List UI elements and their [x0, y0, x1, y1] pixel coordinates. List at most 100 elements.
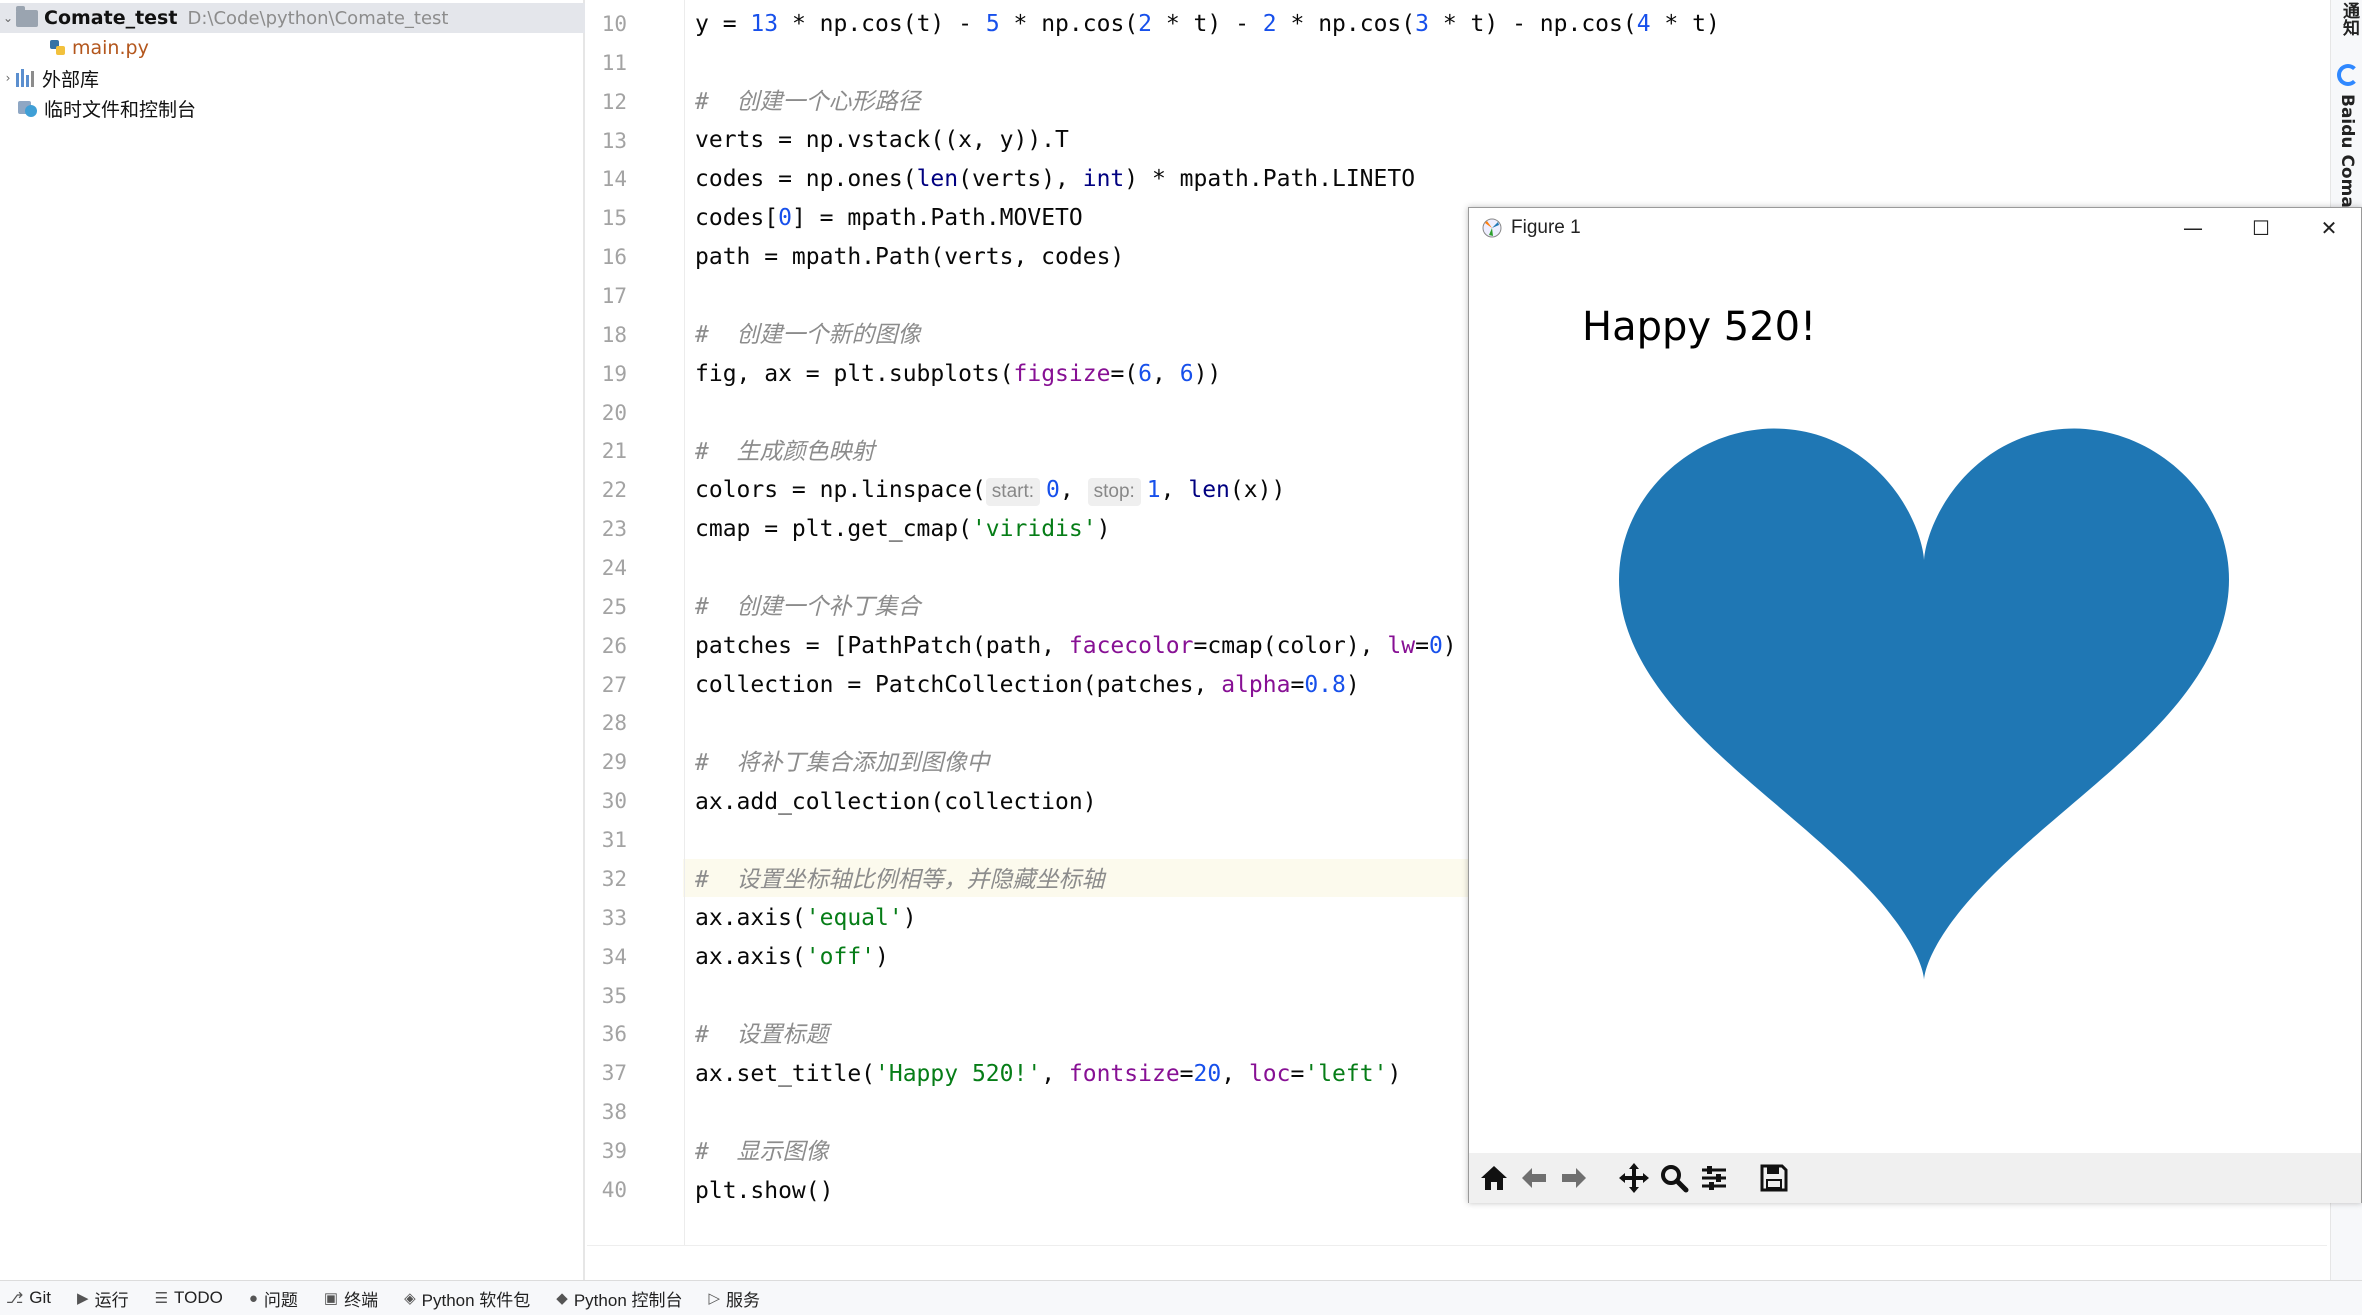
- code-line-37[interactable]: ax.set_title('Happy 520!', fontsize=20, …: [695, 1059, 1401, 1089]
- baidu-comate-icon[interactable]: [2337, 64, 2359, 86]
- figure-toolbar: [1469, 1153, 2361, 1203]
- code-line-23[interactable]: cmap = plt.get_cmap('viridis'): [695, 514, 1110, 544]
- line-number: 40: [601, 1177, 627, 1202]
- code-line-19[interactable]: fig, ax = plt.subplots(figsize=(6, 6)): [695, 359, 1221, 389]
- line-number: 13: [601, 128, 627, 153]
- tool-git[interactable]: ⎇ Git: [6, 1288, 51, 1308]
- sliders-icon: [1702, 1166, 1726, 1190]
- line-number: 28: [601, 711, 627, 736]
- chevron-right-icon[interactable]: ›: [0, 71, 16, 85]
- code-line-30[interactable]: ax.add_collection(collection): [695, 787, 1097, 817]
- tool-todo[interactable]: ☰ TODO: [155, 1288, 223, 1308]
- code-line-10[interactable]: y = 13 * np.cos(t) - 5 * np.cos(2 * t) -…: [695, 9, 1720, 39]
- code-line-29[interactable]: # 将补丁集合添加到图像中: [695, 748, 990, 778]
- line-number: 19: [601, 361, 627, 386]
- tree-item-main-py[interactable]: main.py: [48, 33, 149, 63]
- code-line-25[interactable]: # 创建一个补丁集合: [695, 592, 921, 622]
- info-icon: ●: [248, 1289, 258, 1307]
- code-line-36[interactable]: # 设置标题: [695, 1020, 829, 1050]
- line-number: 17: [601, 284, 627, 309]
- tool-problems[interactable]: ● 问题: [249, 1286, 298, 1311]
- tool-window-bar: ⎇ Git ▶ 运行 ☰ TODO ● 问题 ▣ 终端 ◈ Python 软件包 ◆ Pyth…: [0, 1280, 2362, 1315]
- minimize-button[interactable]: —: [2159, 208, 2227, 248]
- figure-window[interactable]: Figure 1 — ☐ ✕ Happy 520!: [1468, 207, 2362, 1203]
- code-line-22[interactable]: colors = np.linspace(start: 0, stop: 1, le…: [695, 475, 1285, 506]
- tool-python-console[interactable]: ◆ Python 控制台: [556, 1286, 682, 1311]
- figure-title: Figure 1: [1511, 217, 1581, 238]
- chevron-down-icon[interactable]: ⌄: [0, 11, 16, 25]
- code-line-33[interactable]: ax.axis('equal'): [695, 903, 917, 933]
- scratches-label: 临时文件和控制台: [44, 98, 197, 121]
- code-line-34[interactable]: ax.axis('off'): [695, 942, 889, 972]
- code-line-40[interactable]: plt.show(): [695, 1176, 833, 1206]
- line-number: 27: [601, 672, 627, 697]
- line-number: 16: [601, 245, 627, 270]
- tool-services[interactable]: ▷ 服务: [709, 1286, 761, 1311]
- home-button[interactable]: [1477, 1161, 1511, 1195]
- line-number: 23: [601, 517, 627, 542]
- param-hint-stop: stop:: [1087, 478, 1141, 506]
- pan-button[interactable]: [1617, 1161, 1651, 1195]
- arrow-left-icon: [1522, 1168, 1546, 1188]
- configure-subplots-button[interactable]: [1697, 1161, 1731, 1195]
- tree-item-external-libs[interactable]: › 外部库: [0, 63, 99, 93]
- home-icon: [1481, 1166, 1507, 1190]
- scratches-icon: [18, 101, 37, 117]
- code-line-26[interactable]: patches = [PathPatch(path, facecolor=cma…: [695, 631, 1457, 661]
- line-number: 25: [601, 594, 627, 619]
- code-line-32[interactable]: # 设置坐标轴比例相等，并隐藏坐标轴: [695, 865, 1105, 895]
- line-number: 10: [601, 12, 627, 36]
- line-number: 36: [601, 1022, 627, 1047]
- code-line-12[interactable]: # 创建一个心形路径: [695, 87, 921, 117]
- terminal-icon: ▣: [323, 1290, 339, 1307]
- zoom-button[interactable]: [1657, 1161, 1691, 1195]
- tool-python-packages[interactable]: ◈ Python 软件包: [404, 1286, 530, 1311]
- code-line-18[interactable]: # 创建一个新的图像: [695, 320, 921, 350]
- code-line-16[interactable]: path = mpath.Path(verts, codes): [695, 242, 1124, 272]
- line-number: 39: [601, 1138, 627, 1163]
- editor-hscroll[interactable]: [587, 1245, 2327, 1280]
- packages-icon: ◈: [404, 1290, 416, 1307]
- line-number: 34: [601, 944, 627, 969]
- figure-titlebar[interactable]: Figure 1 — ☐ ✕: [1469, 208, 2361, 248]
- code-line-39[interactable]: # 显示图像: [695, 1137, 829, 1167]
- tool-terminal[interactable]: ▣ 终端: [324, 1286, 378, 1311]
- line-number: 33: [601, 905, 627, 930]
- close-button[interactable]: ✕: [2295, 208, 2362, 248]
- code-line-15[interactable]: codes[0] = mpath.Path.MOVETO: [695, 203, 1083, 233]
- line-number: 29: [601, 750, 627, 775]
- line-number: 31: [601, 828, 627, 853]
- line-number: 22: [601, 478, 627, 503]
- line-number: 32: [601, 866, 627, 891]
- heart-shape: [1619, 428, 2229, 980]
- project-path: D:\Code\python\Comate_test: [187, 7, 449, 29]
- maximize-button[interactable]: ☐: [2227, 208, 2295, 248]
- tree-root-project[interactable]: ⌄ Comate_test D:\Code\python\Comate_test: [0, 3, 585, 33]
- library-icon: [16, 69, 34, 87]
- save-button[interactable]: [1757, 1161, 1791, 1195]
- matplotlib-icon: [1482, 218, 1502, 238]
- code-line-13[interactable]: verts = np.vstack((x, y)).T: [695, 125, 1069, 155]
- list-icon: ☰: [154, 1290, 169, 1307]
- back-button[interactable]: [1517, 1161, 1551, 1195]
- code-line-21[interactable]: # 生成颜色映射: [695, 437, 875, 467]
- python-file-icon: [50, 40, 65, 55]
- move-icon: [1619, 1163, 1649, 1193]
- code-line-27[interactable]: collection = PatchCollection(patches, al…: [695, 670, 1360, 700]
- line-number: 35: [601, 983, 627, 1008]
- gutter-divider: [684, 0, 685, 1245]
- line-number: 15: [601, 206, 627, 231]
- git-icon: ⎇: [6, 1290, 24, 1307]
- forward-button[interactable]: [1557, 1161, 1591, 1195]
- notifications-tab[interactable]: 通知: [2337, 2, 2362, 36]
- folder-icon: [16, 5, 38, 27]
- external-libs-label: 外部库: [42, 68, 100, 91]
- magnifier-icon: [1661, 1165, 1689, 1193]
- tool-run[interactable]: ▶ 运行: [77, 1286, 129, 1311]
- line-number: 11: [601, 50, 627, 75]
- services-icon: ▷: [708, 1290, 721, 1307]
- line-number: 14: [601, 167, 627, 192]
- param-hint-start: start:: [985, 478, 1041, 506]
- tree-item-scratches[interactable]: 临时文件和控制台: [16, 93, 196, 123]
- code-line-14[interactable]: codes = np.ones(len(verts), int) * mpath…: [695, 164, 1415, 194]
